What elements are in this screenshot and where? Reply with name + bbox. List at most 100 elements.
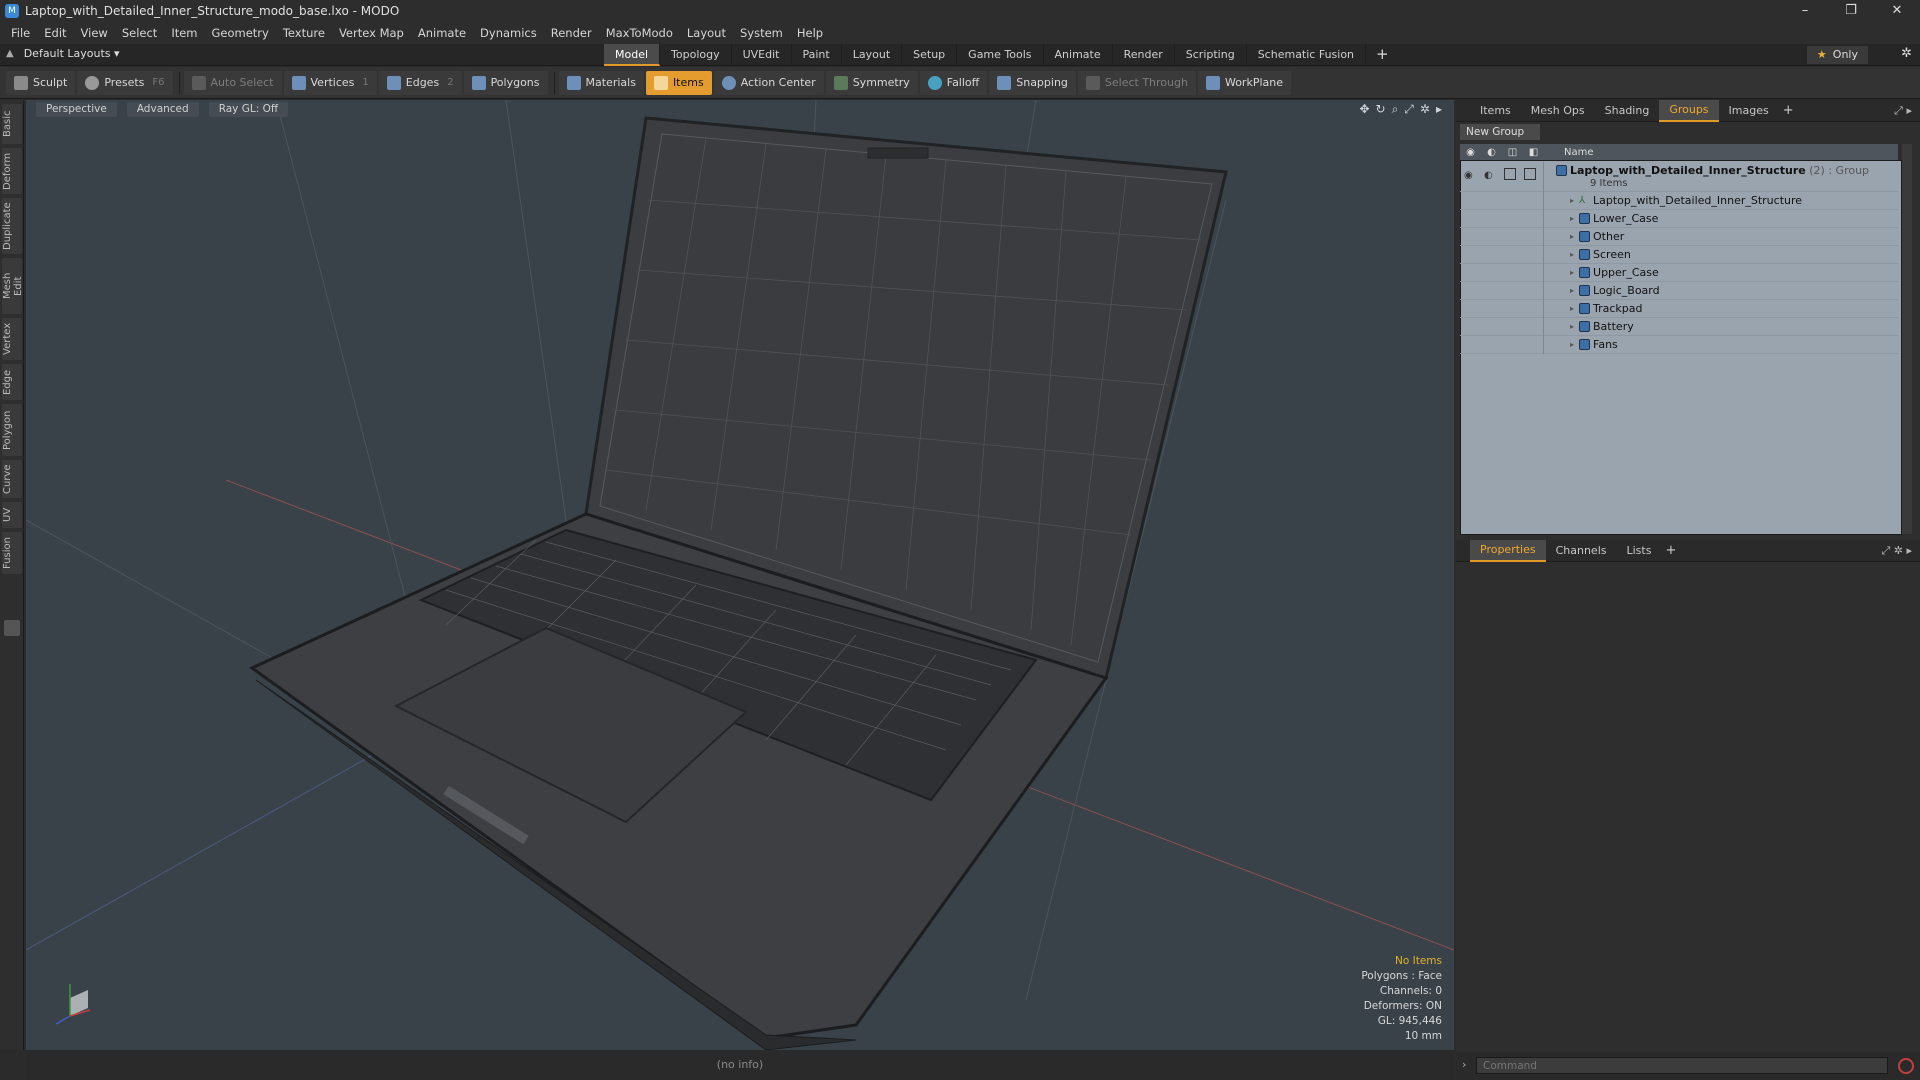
tab-model[interactable]: Model (604, 44, 661, 66)
group-item-row[interactable]: ▸ Fans (1460, 336, 1898, 354)
viewport-settings-icon[interactable]: ✲ (1420, 102, 1430, 117)
lefttab-basic[interactable]: Basic (2, 104, 22, 144)
menu-help[interactable]: Help (790, 26, 830, 40)
record-macro-icon[interactable] (1898, 1058, 1914, 1074)
menu-maxtomodo[interactable]: MaxToModo (599, 26, 680, 40)
tab-lists[interactable]: Lists (1617, 541, 1662, 561)
tab-uvedit[interactable]: UVEdit (732, 44, 792, 66)
lefttab-mesh-edit[interactable]: Mesh Edit (2, 258, 24, 314)
view-mode-button[interactable]: Perspective (36, 101, 117, 117)
add-panel-tab-icon[interactable]: + (1783, 103, 1794, 118)
lefttab-uv[interactable]: UV (2, 502, 22, 528)
3d-viewport[interactable]: Perspective Advanced Ray GL: Off ✥ ↻ ⌕ ⤢… (26, 100, 1454, 1050)
expand-panel-icon[interactable]: ⤢ ▸ (1894, 104, 1912, 118)
expand-bottom-panel-icon[interactable]: ⤢ ✲ ▸ (1881, 544, 1912, 558)
menu-animate[interactable]: Animate (411, 26, 473, 40)
lefttab-fusion[interactable]: Fusion (2, 532, 22, 574)
group-item-row[interactable]: ▸ Upper_Case (1460, 264, 1898, 282)
fit-icon[interactable]: ⤢ (1404, 102, 1414, 117)
vertices-button[interactable]: Vertices 1 (283, 70, 377, 95)
add-bottom-tab-icon[interactable]: + (1665, 543, 1676, 558)
symmetry-button[interactable]: Symmetry (825, 70, 918, 95)
sculpt-button[interactable]: Sculpt (6, 70, 76, 95)
tab-mesh-ops[interactable]: Mesh Ops (1521, 101, 1595, 121)
lock-toggle-icon[interactable] (1504, 168, 1516, 180)
layouts-dropdown[interactable]: Default Layouts ▾ (24, 47, 120, 60)
rotate-icon[interactable]: ↻ (1376, 102, 1386, 117)
menu-item[interactable]: Item (164, 26, 204, 40)
lefttab-polygon[interactable]: Polygon (2, 404, 22, 456)
menu-layout[interactable]: Layout (680, 26, 733, 40)
menu-vertex-map[interactable]: Vertex Map (332, 26, 411, 40)
falloff-button[interactable]: Falloff (919, 70, 988, 95)
tab-render[interactable]: Render (1113, 44, 1175, 66)
menu-geometry[interactable]: Geometry (205, 26, 276, 40)
group-item-row[interactable]: ▸ Other (1460, 228, 1898, 246)
menu-render[interactable]: Render (544, 26, 599, 40)
laptop-wireframe-scene[interactable] (26, 100, 1454, 1050)
tab-groups[interactable]: Groups (1659, 99, 1719, 122)
shading-mode-button[interactable]: Advanced (126, 101, 199, 117)
polygons-button[interactable]: Polygons (463, 70, 548, 95)
tab-layout[interactable]: Layout (842, 44, 903, 66)
workplane-button[interactable]: WorkPlane (1197, 70, 1291, 95)
lefttab-deform[interactable]: Deform (2, 148, 22, 194)
close-button[interactable]: ✕ (1874, 0, 1920, 22)
minimize-button[interactable]: – (1782, 0, 1828, 22)
gear-icon[interactable]: ✲ (1901, 46, 1912, 61)
tab-channels[interactable]: Channels (1546, 541, 1617, 561)
only-button[interactable]: ★ Only (1806, 46, 1868, 64)
tab-animate[interactable]: Animate (1044, 44, 1113, 66)
tab-scripting[interactable]: Scripting (1175, 44, 1247, 66)
command-input[interactable] (1476, 1057, 1888, 1074)
tab-items[interactable]: Items (1470, 101, 1521, 121)
menu-select[interactable]: Select (115, 26, 164, 40)
tab-shading[interactable]: Shading (1595, 101, 1660, 121)
tab-images[interactable]: Images (1719, 101, 1779, 121)
lock-col-icon[interactable]: ◫ (1502, 147, 1523, 158)
menu-file[interactable]: File (4, 26, 37, 40)
tab-schematic-fusion[interactable]: Schematic Fusion (1247, 44, 1367, 66)
tab-paint[interactable]: Paint (792, 44, 842, 66)
raygl-button[interactable]: Ray GL: Off (208, 101, 289, 117)
select-toggle-icon[interactable] (1524, 168, 1536, 180)
auto-select-button[interactable]: Auto Select (183, 70, 282, 95)
items-button[interactable]: Items (645, 70, 712, 95)
group-row-root[interactable]: ◉ ◐ Laptop_with_Detailed_Inner_Structure… (1460, 162, 1898, 192)
select-through-button[interactable]: Select Through (1077, 70, 1196, 95)
render-col-icon[interactable]: ◐ (1481, 147, 1502, 158)
lefttab-edge[interactable]: Edge (2, 364, 22, 400)
group-item-row[interactable]: ▸ Logic_Board (1460, 282, 1898, 300)
tab-setup[interactable]: Setup (902, 44, 958, 66)
left-panel-toggle[interactable] (4, 620, 20, 636)
group-item-row[interactable]: ▸ Trackpad (1460, 300, 1898, 318)
materials-button[interactable]: Materials (558, 70, 644, 95)
lefttab-vertex[interactable]: Vertex (2, 318, 22, 360)
group-item-row[interactable]: ▸ ⅄ Laptop_with_Detailed_Inner_Structure (1460, 192, 1898, 210)
lefttab-curve[interactable]: Curve (2, 460, 22, 498)
menu-view[interactable]: View (74, 26, 115, 40)
select-col-icon[interactable]: ◧ (1523, 147, 1544, 158)
action-center-button[interactable]: Action Center (713, 70, 824, 95)
render-toggle-icon[interactable]: ◐ (1484, 170, 1493, 181)
menu-dynamics[interactable]: Dynamics (473, 26, 544, 40)
group-item-row[interactable]: ▸ Battery (1460, 318, 1898, 336)
group-item-row[interactable]: ▸ Lower_Case (1460, 210, 1898, 228)
group-item-row[interactable]: ▸ Screen (1460, 246, 1898, 264)
tab-properties[interactable]: Properties (1470, 539, 1546, 562)
presets-button[interactable]: Presets F6 (77, 70, 173, 95)
menu-texture[interactable]: Texture (276, 26, 332, 40)
viewport-menu-icon[interactable]: ▸ (1436, 102, 1442, 117)
tab-game-tools[interactable]: Game Tools (957, 44, 1044, 66)
add-tab-icon[interactable]: + (1366, 44, 1399, 66)
lefttab-duplicate[interactable]: Duplicate (2, 198, 22, 254)
groups-scrollbar[interactable] (1902, 144, 1912, 534)
menu-edit[interactable]: Edit (37, 26, 73, 40)
maximize-button[interactable]: ❐ (1828, 0, 1874, 22)
snapping-button[interactable]: Snapping (989, 70, 1076, 95)
pan-icon[interactable]: ✥ (1359, 102, 1369, 117)
menu-system[interactable]: System (733, 26, 790, 40)
visibility-eye-icon[interactable]: ◉ (1464, 170, 1473, 181)
layout-arrow-icon[interactable]: ▲ (6, 48, 14, 59)
visibility-col-icon[interactable]: ◉ (1460, 147, 1481, 158)
